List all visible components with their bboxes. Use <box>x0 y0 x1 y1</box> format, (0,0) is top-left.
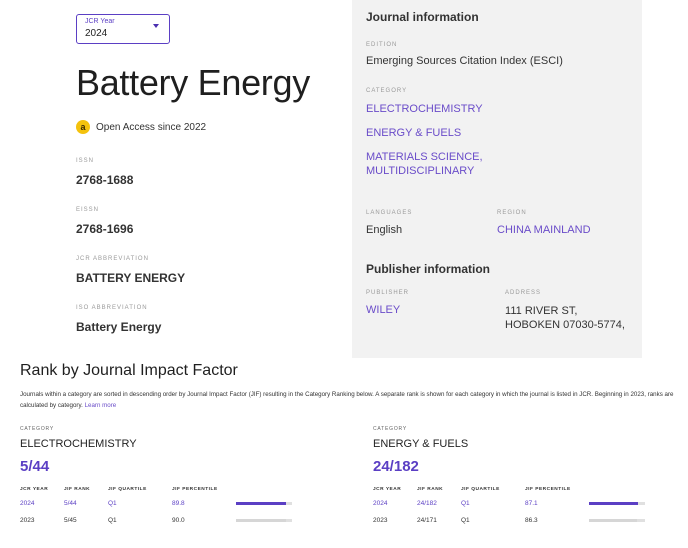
col-jif-percentile: JIF PERCENTILE <box>172 487 218 492</box>
learn-more-link[interactable]: Learn more <box>85 402 117 409</box>
rank-description: Journals within a category are sorted in… <box>20 389 685 411</box>
iso-abbreviation-label: ISO ABBREVIATION <box>76 305 148 311</box>
category-link-electrochemistry[interactable]: ELECTROCHEMISTRY <box>366 102 526 116</box>
languages-field: LANGUAGES English <box>366 210 497 236</box>
col-jif-rank: JIF RANK <box>417 487 444 492</box>
percentile-bar <box>589 502 645 505</box>
category-rank: 5/44 <box>20 458 50 475</box>
rank-table-header: JCR YEAR JIF RANK JIF QUARTILE JIF PERCE… <box>20 487 296 500</box>
chevron-down-icon <box>153 24 159 28</box>
row-rank: 24/171 <box>417 517 437 524</box>
row-percentile: 90.0 <box>172 517 185 524</box>
language-region-row: LANGUAGES English REGION CHINA MAINLAND <box>366 210 628 236</box>
languages-label: LANGUAGES <box>366 210 413 216</box>
rank-table-header: JCR YEAR JIF RANK JIF QUARTILE JIF PERCE… <box>373 487 649 500</box>
journal-information-heading: Journal information <box>366 10 479 24</box>
languages-value: English <box>366 224 403 236</box>
category-name: ELECTROCHEMISTRY <box>20 438 137 450</box>
publisher-row: PUBLISHER WILEY ADDRESS 111 RIVER ST, HO… <box>366 290 628 332</box>
col-jcr-year: JCR YEAR <box>373 487 402 492</box>
col-jcr-year: JCR YEAR <box>20 487 49 492</box>
rank-section: Rank by Journal Impact Factor Journals w… <box>20 362 680 524</box>
row-percentile: 87.1 <box>525 500 538 507</box>
iso-abbreviation-field: ISO ABBREVIATION Battery Energy <box>76 305 346 334</box>
rank-table: JCR YEAR JIF RANK JIF QUARTILE JIF PERCE… <box>373 487 649 534</box>
address-label: ADDRESS <box>505 290 542 296</box>
publisher-label: PUBLISHER <box>366 290 410 296</box>
col-jif-quartile: JIF QUARTILE <box>108 487 147 492</box>
jcr-year-caption: JCR Year <box>85 18 115 25</box>
row-year[interactable]: 2024 <box>20 500 64 517</box>
issn-field: ISSN 2768-1688 <box>76 158 346 187</box>
jcr-year-select[interactable]: JCR Year 2024 <box>76 14 170 44</box>
row-quartile: Q1 <box>461 517 470 524</box>
row-quartile: Q1 <box>108 517 117 524</box>
row-quartile: Q1 <box>108 500 117 507</box>
journal-information-panel: Journal information EDITION Emerging Sou… <box>352 0 642 358</box>
issn-label: ISSN <box>76 158 95 164</box>
category-name: ENERGY & FUELS <box>373 438 469 450</box>
percentile-bar-fill <box>236 519 287 522</box>
percentile-bar <box>236 519 292 522</box>
row-percentile: 89.8 <box>172 500 185 507</box>
eissn-label: EISSN <box>76 207 100 213</box>
percentile-bar-fill <box>236 502 287 505</box>
iso-abbreviation-value: Battery Energy <box>76 320 162 334</box>
edition-field: EDITION Emerging Sources Citation Index … <box>366 42 628 68</box>
table-row: 2024 5/44 Q1 89.8 <box>20 500 296 517</box>
row-year: 2023 <box>373 517 388 524</box>
category-label: CATEGORY <box>366 88 408 94</box>
row-percentile: 86.3 <box>525 517 538 524</box>
percentile-bar <box>236 502 292 505</box>
jcr-abbreviation-label: JCR ABBREVIATION <box>76 256 149 262</box>
open-access-icon: a <box>76 120 90 134</box>
publisher-field: PUBLISHER WILEY <box>366 290 505 332</box>
edition-value: Emerging Sources Citation Index (ESCI) <box>366 55 563 67</box>
category-field: CATEGORY ELECTROCHEMISTRY ENERGY & FUELS… <box>366 88 628 178</box>
category-label: CATEGORY <box>20 426 54 432</box>
percentile-bar-fill <box>589 519 638 522</box>
rank-description-text: Journals within a category are sorted in… <box>20 391 674 409</box>
rank-heading: Rank by Journal Impact Factor <box>20 362 238 379</box>
col-jif-percentile: JIF PERCENTILE <box>525 487 571 492</box>
region-label: REGION <box>497 210 527 216</box>
edition-label: EDITION <box>366 42 398 48</box>
jcr-year-value: 2024 <box>85 28 108 39</box>
journal-header: JCR Year 2024 Battery Energy a Open Acce… <box>76 14 346 334</box>
col-jif-quartile: JIF QUARTILE <box>461 487 500 492</box>
publisher-link[interactable]: WILEY <box>366 304 505 316</box>
percentile-bar <box>589 519 645 522</box>
row-rank: 5/45 <box>64 517 77 524</box>
address-value: 111 RIVER ST, HOBOKEN 07030-5774, <box>505 305 625 331</box>
open-access-badge: a Open Access since 2022 <box>76 120 346 134</box>
eissn-field: EISSN 2768-1696 <box>76 207 346 236</box>
issn-value: 2768-1688 <box>76 173 134 187</box>
rank-table: JCR YEAR JIF RANK JIF QUARTILE JIF PERCE… <box>20 487 296 534</box>
row-year: 2023 <box>20 517 35 524</box>
category-link-energy-fuels[interactable]: ENERGY & FUELS <box>366 126 526 140</box>
table-row: 2023 5/45 Q1 90.0 <box>20 517 296 534</box>
eissn-value: 2768-1696 <box>76 222 134 236</box>
address-field: ADDRESS 111 RIVER ST, HOBOKEN 07030-5774… <box>505 290 628 332</box>
publisher-information-heading: Publisher information <box>366 262 491 276</box>
percentile-bar-fill <box>589 502 638 505</box>
col-jif-rank: JIF RANK <box>64 487 91 492</box>
category-link-materials-science[interactable]: MATERIALS SCIENCE, MULTIDISCIPLINARY <box>366 150 526 178</box>
row-year[interactable]: 2024 <box>373 500 417 517</box>
open-access-text: Open Access since 2022 <box>96 121 207 133</box>
category-rank-block: CATEGORY ENERGY & FUELS 24/182 JCR YEAR … <box>373 426 683 534</box>
category-label: CATEGORY <box>373 426 407 432</box>
page-title: Battery Energy <box>76 62 310 103</box>
jcr-abbreviation-value: BATTERY ENERGY <box>76 271 186 285</box>
row-rank: 5/44 <box>64 500 77 507</box>
table-row: 2023 24/171 Q1 86.3 <box>373 517 649 534</box>
category-rank-block: CATEGORY ELECTROCHEMISTRY 5/44 JCR YEAR … <box>20 426 330 534</box>
table-row: 2024 24/182 Q1 87.1 <box>373 500 649 517</box>
row-quartile: Q1 <box>461 500 470 507</box>
region-field: REGION CHINA MAINLAND <box>497 210 628 236</box>
region-link[interactable]: CHINA MAINLAND <box>497 224 628 236</box>
row-rank: 24/182 <box>417 500 437 507</box>
category-rank: 24/182 <box>373 458 419 475</box>
jcr-abbreviation-field: JCR ABBREVIATION BATTERY ENERGY <box>76 256 346 285</box>
